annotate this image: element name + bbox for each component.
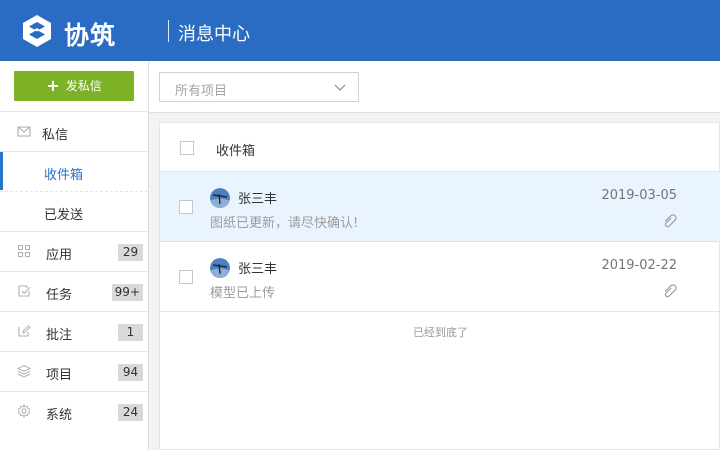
sidebar-item-sent[interactable]: 已发送 xyxy=(0,191,148,231)
count-badge: 1 xyxy=(118,324,143,341)
count-badge: 94 xyxy=(118,364,143,381)
count-badge: 99+ xyxy=(111,284,143,301)
message-checkbox[interactable] xyxy=(179,270,193,284)
compose-label: 发私信 xyxy=(65,79,102,93)
message-row[interactable]: 张三丰 2019-03-05 图纸已更新，请尽快确认! xyxy=(160,172,720,242)
count-badge: 24 xyxy=(118,404,143,421)
sidebar-item-label: 任务 xyxy=(46,288,73,303)
sidebar-item-tasks[interactable]: 任务 99+ xyxy=(0,271,148,311)
sidebar-item-label: 应用 xyxy=(46,248,73,263)
sidebar-item-label: 收件箱 xyxy=(44,168,84,183)
logo-icon xyxy=(23,15,51,47)
sidebar-item-label: 系统 xyxy=(46,408,73,423)
sidebar-item-annotations[interactable]: 批注 1 xyxy=(0,311,148,351)
list-header: 收件箱 xyxy=(160,123,720,172)
message-date: 2019-02-22 xyxy=(601,258,677,273)
compose-message-button[interactable]: + 发私信 xyxy=(14,71,134,101)
app-name: 协筑 xyxy=(64,21,117,50)
active-indicator xyxy=(0,152,3,190)
message-sender: 张三丰 xyxy=(238,192,278,207)
edit-note-icon xyxy=(18,325,31,337)
attachment-icon[interactable] xyxy=(662,283,677,298)
attachment-icon[interactable] xyxy=(662,213,677,228)
top-header: 协筑 消息中心 xyxy=(0,0,720,61)
plus-icon: + xyxy=(46,76,60,95)
grid-icon xyxy=(18,245,30,257)
sidebar-item-projects[interactable]: 项目 94 xyxy=(0,351,148,391)
project-filter-select[interactable]: 所有项目 xyxy=(159,72,359,102)
sidebar-item-label: 项目 xyxy=(46,368,73,383)
envelope-icon xyxy=(17,126,31,137)
avatar xyxy=(210,188,230,208)
message-checkbox[interactable] xyxy=(179,200,193,214)
sidebar-item-label: 批注 xyxy=(46,328,73,343)
sidebar-item-label: 已发送 xyxy=(44,208,84,223)
message-preview: 模型已上传 xyxy=(210,286,276,301)
message-list: 收件箱 张三丰 2019-03-05 图纸已更新，请尽快确认! 张三丰 2019… xyxy=(159,122,720,450)
avatar xyxy=(210,258,230,278)
sidebar-item-label: 私信 xyxy=(42,128,69,143)
layers-icon xyxy=(17,364,31,378)
sidebar-item-apps[interactable]: 应用 29 xyxy=(0,231,148,271)
message-row[interactable]: 张三丰 2019-02-22 模型已上传 xyxy=(160,242,720,312)
filter-bar: 所有项目 xyxy=(149,61,720,113)
select-value: 所有项目 xyxy=(175,84,228,99)
title-divider xyxy=(168,20,169,42)
sidebar-item-system[interactable]: 系统 24 xyxy=(0,391,148,431)
message-sender: 张三丰 xyxy=(238,262,278,277)
gear-icon xyxy=(17,404,31,418)
message-date: 2019-03-05 xyxy=(601,188,677,203)
sidebar-item-private-messages[interactable]: 私信 xyxy=(0,111,148,151)
end-of-list-note: 已经到底了 xyxy=(413,326,468,339)
page-title: 消息中心 xyxy=(178,24,250,45)
list-header-title: 收件箱 xyxy=(216,144,256,159)
message-preview: 图纸已更新，请尽快确认! xyxy=(210,216,359,231)
task-check-icon xyxy=(18,285,31,297)
select-all-checkbox[interactable] xyxy=(180,141,194,155)
chevron-down-icon xyxy=(334,84,346,91)
count-badge: 29 xyxy=(118,244,143,261)
sidebar: + 发私信 私信 收件箱 已发送 应用 29 任务 99+ 批注 1 项目 94… xyxy=(0,61,149,450)
sidebar-item-inbox[interactable]: 收件箱 xyxy=(0,151,148,191)
